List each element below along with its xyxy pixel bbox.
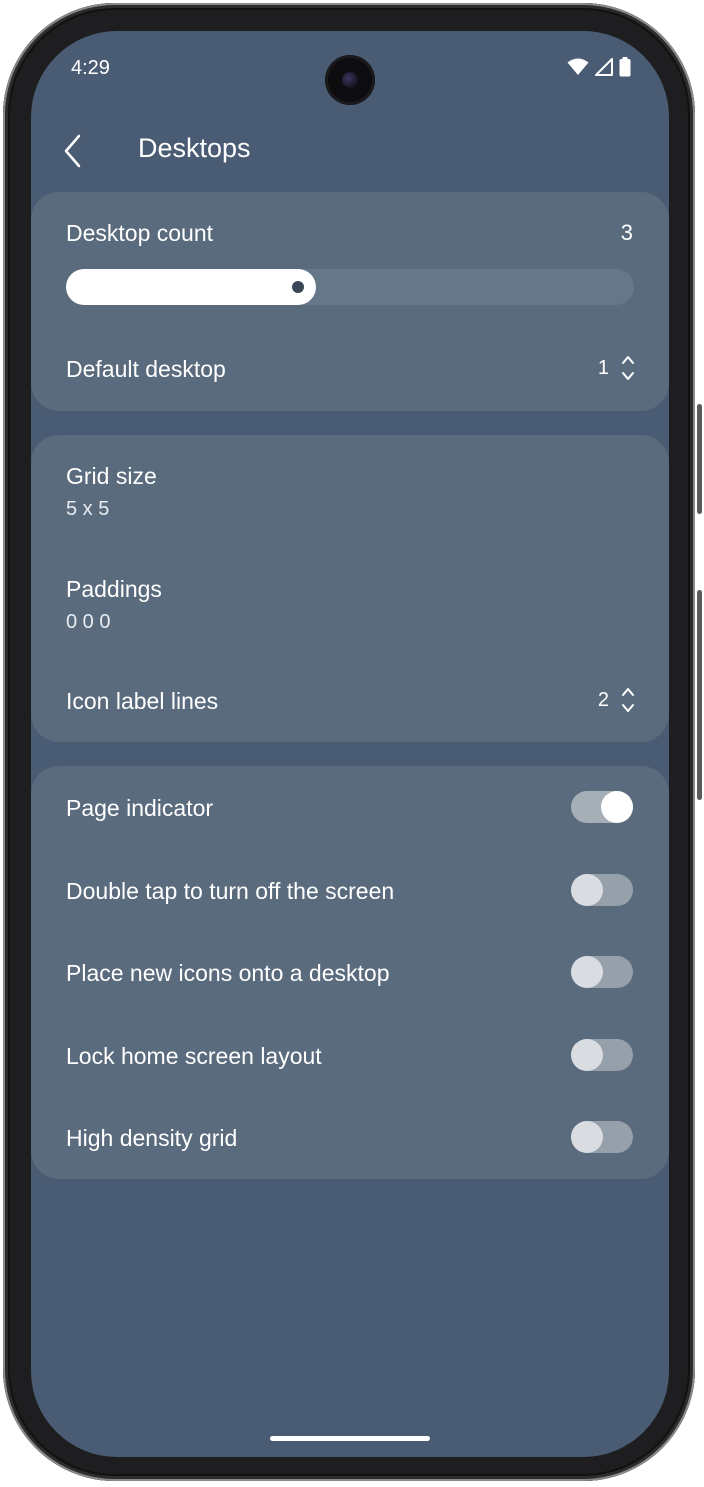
desktop-count-label: Desktop count xyxy=(66,220,214,246)
default-desktop-label: Default desktop xyxy=(66,356,226,382)
slider-fill xyxy=(66,269,316,305)
high-density-switch[interactable] xyxy=(571,1121,633,1153)
volume-button xyxy=(697,590,702,800)
desktop-count-value: 3 xyxy=(620,220,633,245)
default-desktop-value: 1 xyxy=(597,356,609,379)
paddings-value: 0 0 0 xyxy=(66,611,111,633)
switch-knob xyxy=(571,1039,603,1071)
up-down-chevron-icon xyxy=(622,688,634,712)
status-time: 4:29 xyxy=(71,57,110,79)
toggle-label: Page indicator xyxy=(66,795,214,821)
grid-card: Grid size 5 x 5 Paddings 0 0 0 Icon labe… xyxy=(31,435,669,742)
wifi-icon xyxy=(567,58,589,75)
lock-layout-switch[interactable] xyxy=(571,1039,633,1071)
paddings-label: Paddings xyxy=(66,576,162,602)
toggles-card: Page indicator Double tap to turn off th… xyxy=(31,766,669,1179)
place-new-icons-switch[interactable] xyxy=(571,956,633,988)
toggle-label: Lock home screen layout xyxy=(66,1043,322,1069)
cellular-signal-icon xyxy=(595,58,613,76)
toggle-label: Place new icons onto a desktop xyxy=(66,960,390,986)
screen: 4:29 Desktops Desktop count 3 Default de… xyxy=(31,31,669,1457)
battery-icon xyxy=(619,57,631,77)
toggle-label: High density grid xyxy=(66,1125,238,1151)
icon-label-lines-value: 2 xyxy=(597,688,609,711)
desktop-count-slider[interactable] xyxy=(66,269,634,305)
page-indicator-switch[interactable] xyxy=(571,791,633,823)
status-icons xyxy=(567,57,631,77)
back-button[interactable] xyxy=(55,131,91,171)
icon-label-lines-stepper[interactable]: 2 xyxy=(598,686,635,714)
chevron-left-icon xyxy=(64,134,81,168)
page-title: Desktops xyxy=(138,133,251,163)
desktops-card: Desktop count 3 Default desktop 1 xyxy=(31,192,669,411)
toggle-label: Double tap to turn off the screen xyxy=(66,878,395,904)
home-indicator[interactable] xyxy=(270,1436,430,1441)
top-app-bar: Desktops xyxy=(31,123,669,179)
slider-thumb[interactable] xyxy=(292,281,304,293)
grid-size-label: Grid size xyxy=(66,463,157,489)
switch-knob xyxy=(571,956,603,988)
switch-knob xyxy=(571,1121,603,1153)
power-button xyxy=(697,404,702,514)
switch-knob xyxy=(571,874,603,906)
switch-knob xyxy=(601,791,633,823)
icon-label-lines-label: Icon label lines xyxy=(66,688,219,714)
default-desktop-stepper[interactable]: 1 xyxy=(598,354,635,382)
front-camera xyxy=(325,55,375,105)
double-tap-switch[interactable] xyxy=(571,874,633,906)
grid-size-value: 5 x 5 xyxy=(66,498,110,520)
up-down-chevron-icon xyxy=(622,356,634,380)
